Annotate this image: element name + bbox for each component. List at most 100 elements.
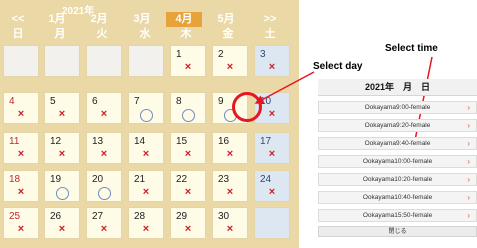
day-number: 11 [9, 136, 20, 147]
day-cell[interactable]: 23 × [212, 170, 248, 202]
day-cell[interactable]: 26 × [44, 207, 80, 239]
unavailable-cross-icon: × [142, 223, 150, 235]
day-cell[interactable]: 30 × [212, 207, 248, 239]
time-slot-item[interactable]: Ookayama9:20-female › [318, 119, 477, 132]
day-cell[interactable]: 6 × [86, 92, 122, 124]
day-cell[interactable]: 17 × [254, 132, 290, 164]
time-slot-label: Ookayama10:00-female [362, 158, 433, 165]
month-jan-tab[interactable]: 1月 [39, 12, 75, 27]
unavailable-cross-icon: × [17, 148, 25, 160]
time-slot-item[interactable]: Ookayama9:00-female › [318, 101, 477, 114]
empty-day-cell [86, 45, 122, 77]
weekday-label: 日 [12, 28, 24, 40]
unavailable-cross-icon: × [226, 186, 234, 198]
empty-day-cell [254, 207, 290, 239]
chevron-right-icon: › [467, 193, 470, 202]
unavailable-cross-icon: × [100, 148, 108, 160]
unavailable-cross-icon: × [100, 223, 108, 235]
time-slot-label: Ookayama10:20-female [362, 176, 433, 183]
calendar: 2021年 << 1月 2月 3月 4月 5月 >> 日 月 火 水 木 金 土… [0, 0, 299, 248]
close-button[interactable]: 閉じる [318, 226, 477, 237]
day-cell[interactable]: 4 × [3, 92, 39, 124]
unavailable-cross-icon: × [268, 186, 276, 198]
next-year-button[interactable]: >> [252, 12, 288, 27]
time-slot-label: Ookayama9:40-female [364, 140, 431, 147]
unavailable-cross-icon: × [226, 223, 234, 235]
unavailable-cross-icon: × [58, 148, 66, 160]
day-number: 7 [134, 96, 140, 107]
day-number: 3 [260, 49, 266, 60]
day-cell[interactable]: 11 × [3, 132, 39, 164]
day-cell[interactable]: 22 × [170, 170, 206, 202]
day-number: 24 [260, 174, 272, 185]
day-cell[interactable]: 18 × [3, 170, 39, 202]
day-cell[interactable]: 7 [128, 92, 164, 124]
available-circle-icon [140, 109, 153, 122]
unavailable-cross-icon: × [17, 223, 25, 235]
day-number: 21 [134, 174, 146, 185]
chevron-right-icon: › [467, 175, 470, 184]
day-cell[interactable]: 15 × [170, 132, 206, 164]
day-number: 19 [50, 174, 62, 185]
unavailable-cross-icon: × [268, 61, 276, 73]
time-slot-item[interactable]: Ookayama10:20-female › [318, 173, 477, 186]
chevron-right-icon: › [467, 121, 470, 130]
unavailable-cross-icon: × [268, 148, 276, 160]
day-cell[interactable]: 1 × [170, 45, 206, 77]
day-cell[interactable]: 3 × [254, 45, 290, 77]
chevron-right-icon: › [467, 211, 470, 220]
day-number: 25 [9, 211, 21, 222]
day-cell[interactable]: 24 × [254, 170, 290, 202]
time-slot-list: Ookayama9:00-female › Ookayama9:20-female ›… [318, 101, 477, 222]
time-slot-label: Ookayama9:00-female [364, 104, 431, 111]
day-number: 12 [50, 136, 62, 147]
select-day-annotation: Select day [313, 61, 363, 72]
day-number: 6 [92, 96, 98, 107]
month-apr-tab[interactable]: 4月 [166, 12, 202, 27]
prev-year-button[interactable]: << [0, 12, 36, 27]
unavailable-cross-icon: × [17, 108, 25, 120]
day-cell[interactable]: 5 × [44, 92, 80, 124]
time-slot-item[interactable]: Ookayama9:40-female › [318, 137, 477, 150]
month-mar-tab[interactable]: 3月 [124, 12, 160, 27]
time-slot-label: Ookayama9:20-female [364, 122, 431, 129]
month-feb-tab[interactable]: 2月 [81, 12, 117, 27]
unavailable-cross-icon: × [184, 148, 192, 160]
day-cell[interactable]: 19 [44, 170, 80, 202]
day-number: 9 [218, 96, 224, 107]
unavailable-cross-icon: × [17, 186, 25, 198]
time-slot-item[interactable]: Ookayama15:50-female › [318, 209, 477, 222]
month-may-tab[interactable]: 5月 [208, 12, 244, 27]
day-cell[interactable]: 27 × [86, 207, 122, 239]
day-number: 30 [218, 211, 230, 222]
day-number: 4 [9, 96, 15, 107]
unavailable-cross-icon: × [184, 223, 192, 235]
day-cell[interactable]: 14 × [128, 132, 164, 164]
day-number: 26 [50, 211, 62, 222]
unavailable-cross-icon: × [226, 148, 234, 160]
day-cell[interactable]: 13 × [86, 132, 122, 164]
day-number: 28 [134, 211, 146, 222]
time-slot-item[interactable]: Ookayama10:00-female › [318, 155, 477, 168]
unavailable-cross-icon: × [58, 223, 66, 235]
day-cell[interactable]: 12 × [44, 132, 80, 164]
weekday-label: 木 [180, 28, 192, 40]
day-cell[interactable]: 21 × [128, 170, 164, 202]
day-number: 1 [176, 49, 182, 60]
available-circle-icon [182, 109, 195, 122]
available-circle-icon [56, 187, 69, 200]
day-cell[interactable]: 25 × [3, 207, 39, 239]
day-number: 22 [176, 174, 188, 185]
time-slot-item[interactable]: Ookayama10:40-female › [318, 191, 477, 204]
day-cell[interactable]: 20 [86, 170, 122, 202]
day-cell[interactable]: 28 × [128, 207, 164, 239]
chevron-right-icon: › [467, 139, 470, 148]
day-cell[interactable]: 29 × [170, 207, 206, 239]
weekday-header: 日 月 火 水 木 金 土 [0, 27, 299, 42]
day-number: 13 [92, 136, 104, 147]
day-cell[interactable]: 16 × [212, 132, 248, 164]
empty-day-cell [128, 45, 164, 77]
day-number: 16 [218, 136, 230, 147]
day-cell[interactable]: 8 [170, 92, 206, 124]
day-cell[interactable]: 2 × [212, 45, 248, 77]
